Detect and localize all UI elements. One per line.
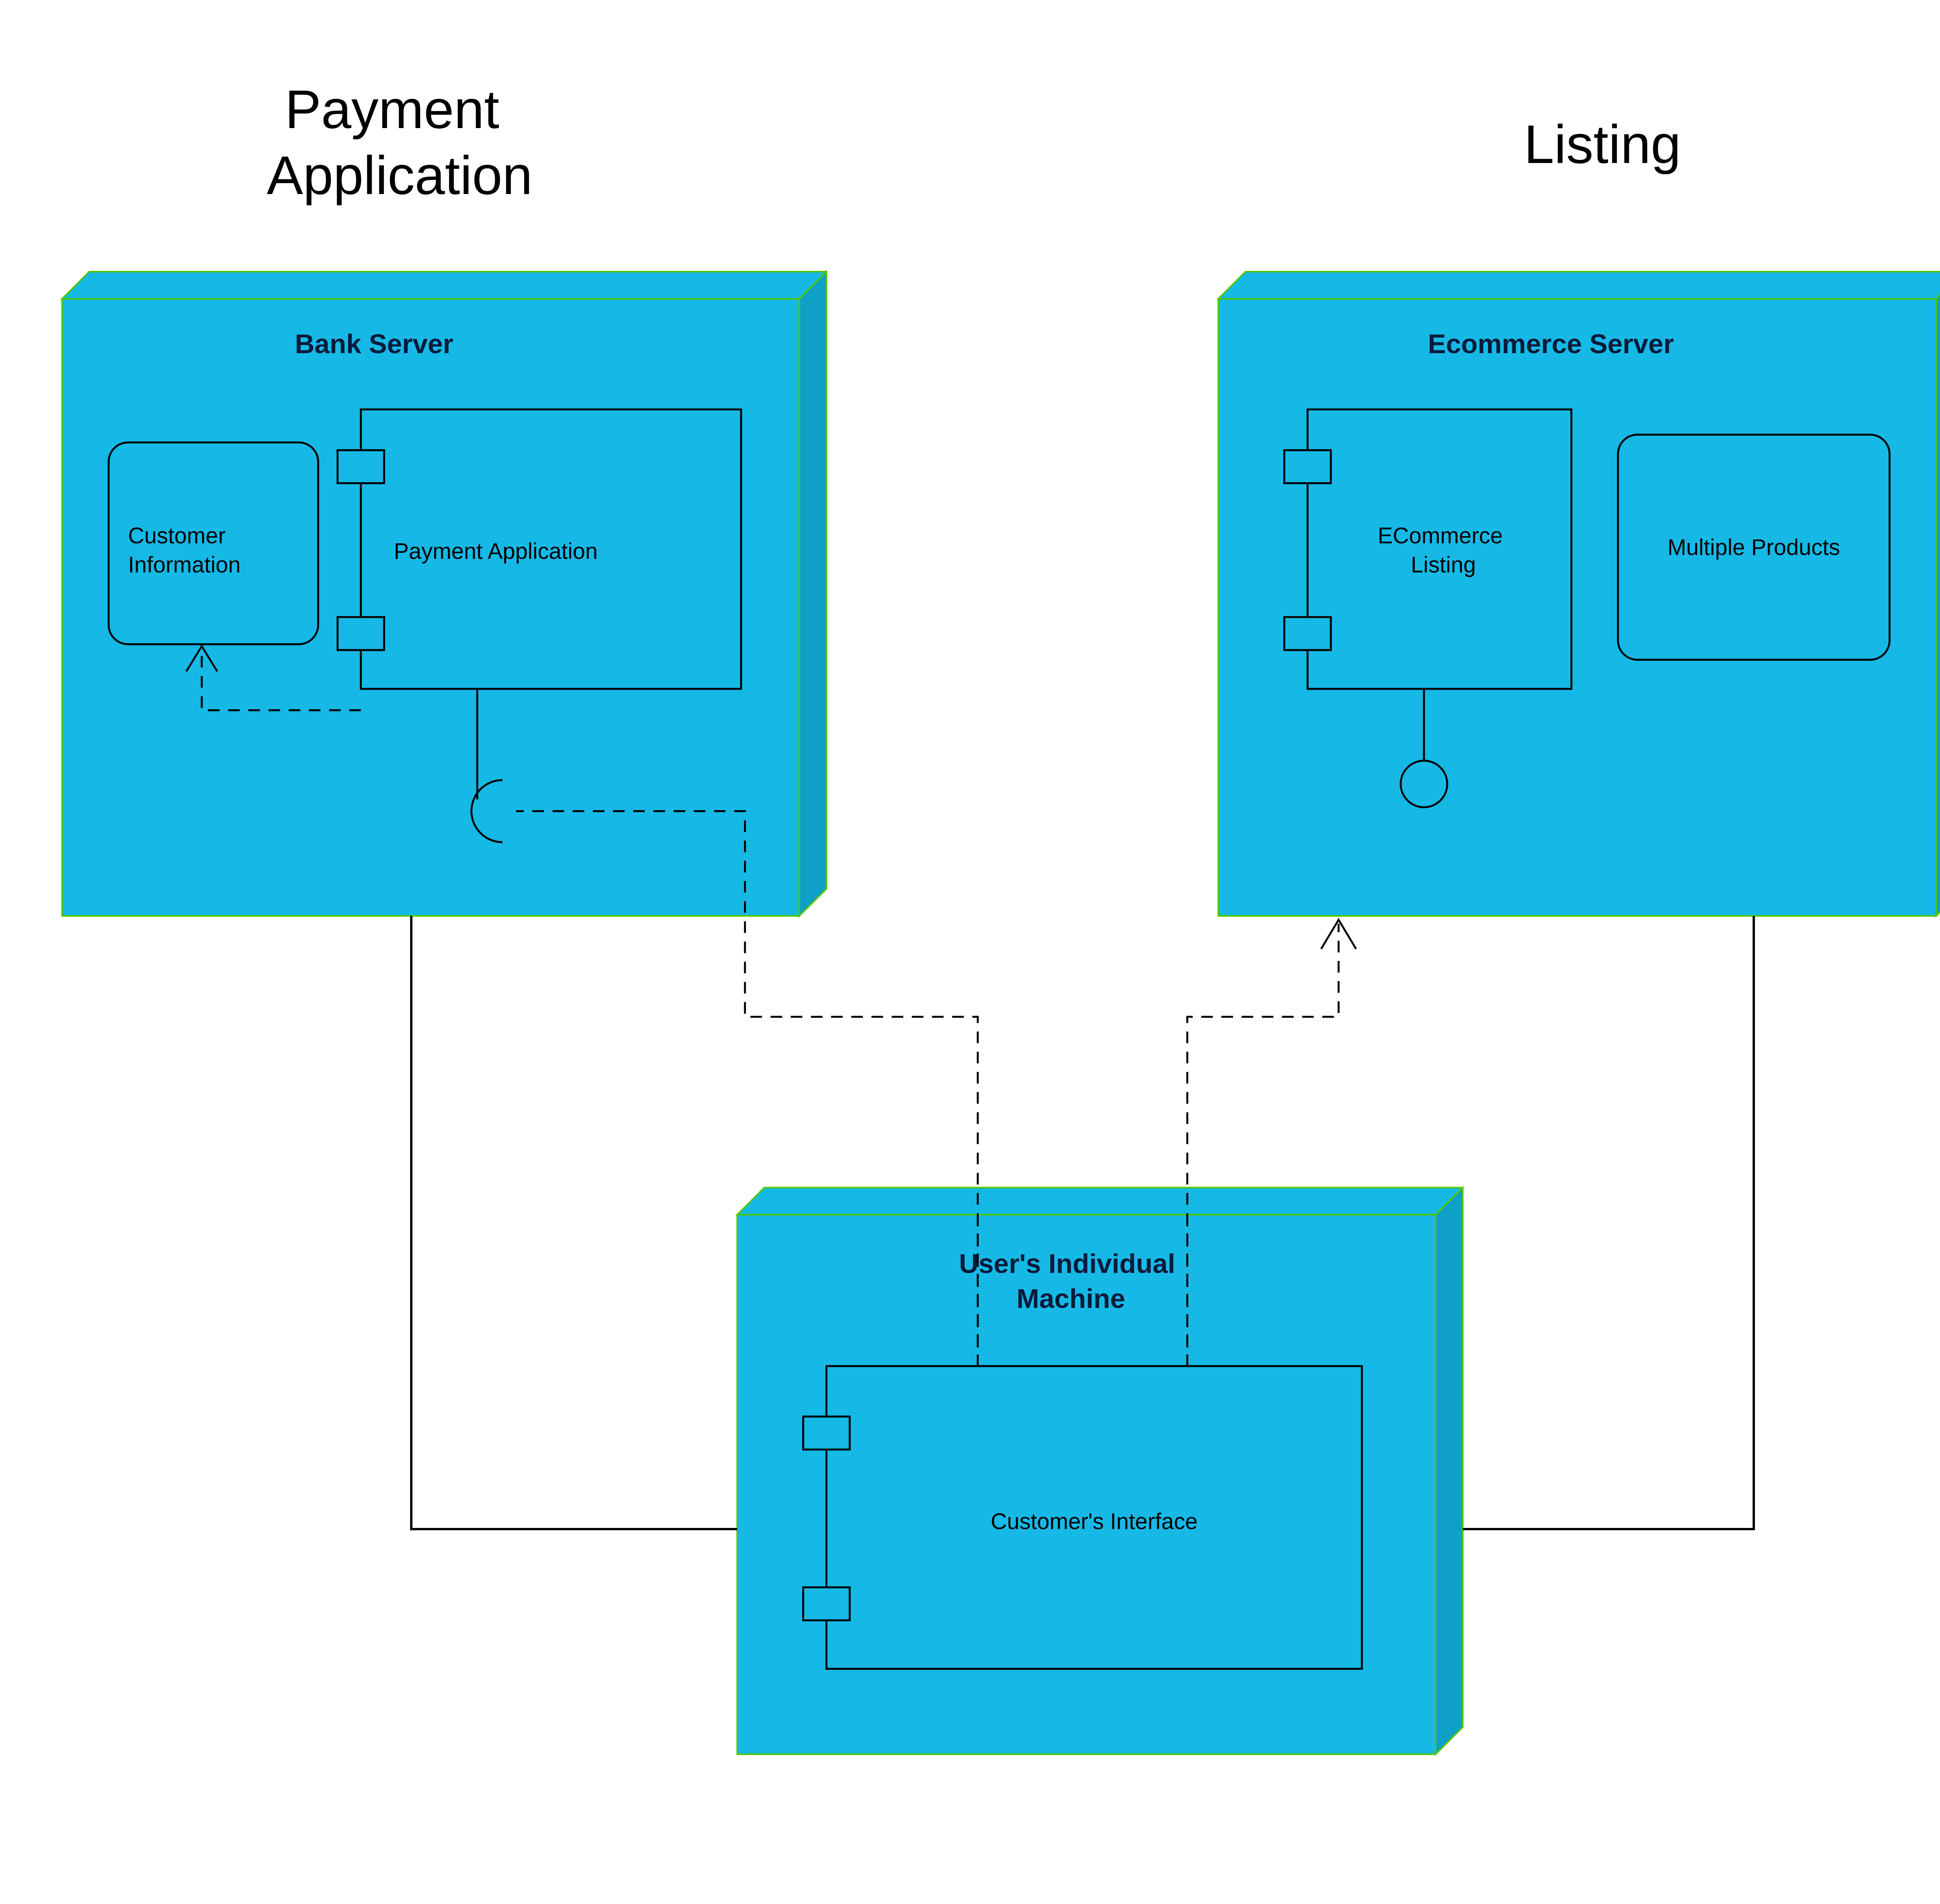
assoc-bank-to-user: [411, 916, 737, 1529]
label-ecommerce-server: Ecommerce Server: [1428, 329, 1674, 359]
node-user-machine: User's Individual Machine Customer's Int…: [737, 1188, 1463, 1754]
label-bank-server: Bank Server: [295, 329, 454, 359]
assoc-ecommerce-to-user: [1463, 916, 1754, 1529]
deployment-diagram: Payment Application Listing Bank Server …: [0, 0, 1940, 1904]
label-payment-application: Payment Application: [394, 539, 598, 564]
title-listing: Listing: [1524, 114, 1681, 175]
node-bank-server: Bank Server Customer Information Payment…: [62, 272, 826, 916]
node-ecommerce-server: Ecommerce Server ECommerce Listing Multi…: [1218, 272, 1940, 916]
title-payment-app: Payment Application: [267, 79, 533, 206]
label-customers-interface: Customer's Interface: [991, 1509, 1197, 1534]
label-multiple-products: Multiple Products: [1668, 535, 1840, 560]
